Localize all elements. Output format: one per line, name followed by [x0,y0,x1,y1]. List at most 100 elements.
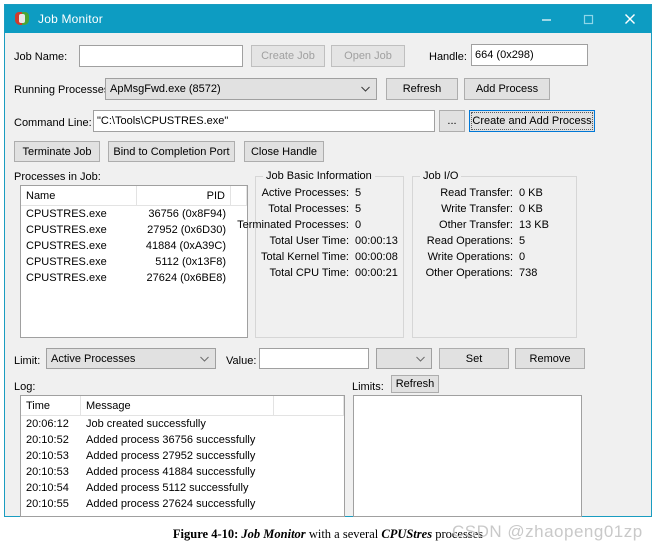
processes-in-job-label: Processes in Job: [14,171,101,183]
column-header-spacer [274,396,344,415]
processes-listview-body: CPUSTRES.exe 36756 (0x8F94) CPUSTRES.exe 27… [21,206,247,286]
set-limit-button[interactable]: Set [439,348,509,369]
process-pid-cell: 27952 (0x6D30) [147,224,226,236]
create-and-add-process-label: Create and Add Process [472,115,592,127]
list-item[interactable]: 20:10:53 Added process 27952 successfully [21,448,344,464]
limit-label: Limit: [14,355,41,367]
client-area: Job Name: Create Job Open Job Handle: 66… [5,33,651,517]
info-row-value: 0 KB [519,187,543,199]
running-processes-selected-text: ApMsgFwd.exe (8572) [110,83,221,95]
column-header-name[interactable]: Name [21,186,137,205]
title-bar: Job Monitor [5,5,651,33]
list-item[interactable]: 20:10:55 Added process 27624 successfully [21,496,344,512]
info-row-label: Read Transfer: [440,187,513,199]
info-row-label: Write Transfer: [441,203,513,215]
info-row-value: 5 [355,187,362,199]
refresh-processes-button[interactable]: Refresh [386,78,458,100]
process-name-cell: CPUSTRES.exe [26,256,107,268]
minimize-button[interactable] [525,5,567,33]
limit-units-combobox[interactable] [376,348,432,369]
info-row-label: Total Processes: [268,203,349,215]
info-row-value: 00:00:21 [355,267,398,279]
list-item[interactable]: 20:10:54 Added process 5112 successfully [21,480,344,496]
log-time-cell: 20:06:12 [26,418,69,430]
table-row[interactable]: CPUSTRES.exe 41884 (0xA39C) [21,238,247,254]
csdn-watermark: CSDN @zhaopeng01zp [452,522,643,541]
processes-in-job-listview[interactable]: Name PID CPUSTRES.exe 36756 (0x8F94) CPUST… [20,185,248,338]
shield-icon [14,11,30,27]
handle-label: Handle: [429,51,467,63]
log-listview[interactable]: Time Message 20:06:12 Job created success… [20,395,345,517]
job-name-label: Job Name: [14,51,68,63]
column-header-pid[interactable]: PID [137,186,231,205]
add-process-button[interactable]: Add Process [464,78,550,100]
job-io-group: Job I/O Read Transfer: 0 KB Write Transfer… [412,170,577,338]
column-header-message[interactable]: Message [81,396,274,415]
log-message-cell: Added process 27624 successfully [86,498,256,510]
limits-listview[interactable] [353,395,582,517]
list-item[interactable]: 20:10:52 Added process 36756 successfully [21,432,344,448]
info-row-value: 5 [519,235,526,247]
info-row-label: Write Operations: [427,251,513,263]
column-header-time[interactable]: Time [21,396,81,415]
limit-combobox[interactable]: Active Processes [46,348,216,369]
info-row-value: 5 [355,203,362,215]
info-row-value: 00:00:13 [355,235,398,247]
bind-to-completion-port-button[interactable]: Bind to Completion Port [108,141,235,162]
open-job-button[interactable]: Open Job [331,45,405,67]
job-name-input[interactable] [79,45,243,67]
info-row-label: Total CPU Time: [269,267,349,279]
log-message-cell: Added process 41884 successfully [86,466,256,478]
info-row-label: Total Kernel Time: [260,251,349,263]
info-row-value: 0 KB [519,203,543,215]
log-message-cell: Added process 36756 successfully [86,434,256,446]
table-row[interactable]: CPUSTRES.exe 5112 (0x13F8) [21,254,247,270]
log-time-cell: 20:10:53 [26,450,69,462]
list-item[interactable]: 20:10:53 Added process 41884 successfully [21,464,344,480]
terminate-job-button[interactable]: Terminate Job [14,141,100,162]
info-row-label: Terminated Processes: [237,219,349,231]
process-name-cell: CPUSTRES.exe [26,208,107,220]
caption-prefix: Figure 4-10: [172,527,242,541]
log-message-cell: Job created successfully [86,418,206,430]
limit-value-input[interactable] [259,348,369,369]
info-row-label: Active Processes: [261,187,349,199]
process-name-cell: CPUSTRES.exe [26,272,107,284]
running-processes-label: Running Processes: [14,84,113,96]
table-row[interactable]: CPUSTRES.exe 27624 (0x6BE8) [21,270,247,286]
job-io-title: Job I/O [420,170,462,182]
log-message-cell: Added process 27952 successfully [86,450,256,462]
log-time-cell: 20:10:53 [26,466,69,478]
info-row-label: Other Operations: [425,267,513,279]
log-label: Log: [14,381,36,393]
chevron-down-icon [361,86,370,92]
column-header-spacer [231,186,247,205]
running-processes-combobox[interactable]: ApMsgFwd.exe (8572) [105,78,377,100]
limit-selected-text: Active Processes [51,352,136,365]
info-row-label: Read Operations: [426,235,513,247]
chevron-down-icon [416,356,425,362]
table-row[interactable]: CPUSTRES.exe 27952 (0x6D30) [21,222,247,238]
browse-button[interactable]: ... [439,110,465,132]
process-pid-cell: 27624 (0x6BE8) [146,272,227,284]
caption-middle: with a several [305,527,382,541]
log-listview-body: 20:06:12 Job created successfully 20:10:52… [21,416,344,512]
table-row[interactable]: CPUSTRES.exe 36756 (0x8F94) [21,206,247,222]
create-and-add-process-button[interactable]: Create and Add Process [469,110,595,132]
list-item[interactable]: 20:06:12 Job created successfully [21,416,344,432]
maximize-button[interactable] [567,5,609,33]
create-job-button[interactable]: Create Job [251,45,325,67]
job-monitor-window: Job Monitor Job Name: Create Job Open Jo… [4,4,652,517]
info-row-label: Other Transfer: [439,219,513,231]
window-controls [525,5,651,33]
close-handle-button[interactable]: Close Handle [244,141,324,162]
remove-limit-button[interactable]: Remove [515,348,585,369]
refresh-limits-button[interactable]: Refresh [391,375,439,393]
command-line-input[interactable]: "C:\Tools\CPUSTRES.exe" [93,110,435,132]
command-line-label: Command Line: [14,117,92,129]
close-button[interactable] [609,5,651,33]
job-basic-information-title: Job Basic Information [263,170,375,182]
value-label: Value: [226,355,257,367]
info-row-value: 738 [519,267,538,279]
info-row-value: 13 KB [519,219,549,231]
